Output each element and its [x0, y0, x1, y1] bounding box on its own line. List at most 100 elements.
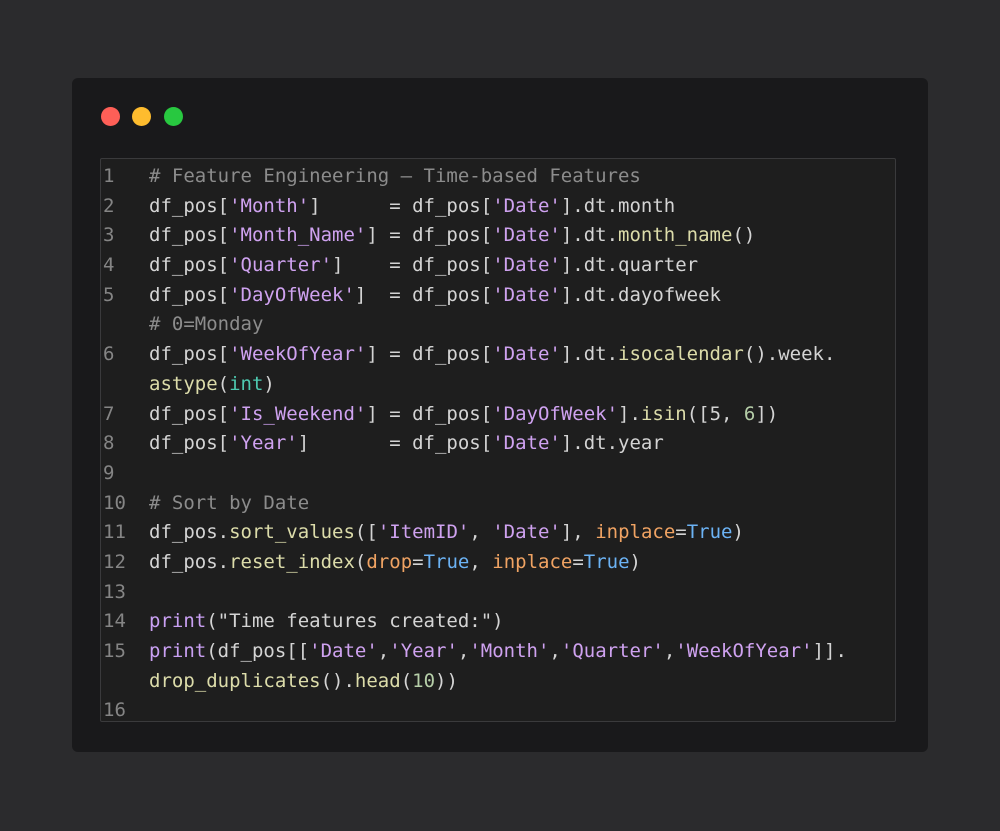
code-window: 1 # Feature Engineering — Time-based Feat… — [72, 78, 928, 752]
line-number: 7 — [103, 402, 115, 425]
token-default: ("Time features created:") — [206, 610, 504, 633]
line-code: df_pos['Month'] = df_pos['Date'].dt.mont… — [149, 192, 675, 222]
code-line[interactable]: 12 df_pos.reset_index(drop=True, inplace=… — [101, 548, 895, 578]
token-method: head — [354, 669, 401, 692]
line-code: drop_duplicates().head(10)) — [149, 667, 458, 697]
line-number: 13 — [103, 580, 126, 603]
token-default: df_pos[ — [149, 432, 230, 455]
line-code: df_pos['DayOfWeek'] = df_pos['Date'].dt.… — [149, 281, 721, 311]
code-line[interactable]: 8 df_pos['Year'] = df_pos['Date'].dt.year — [101, 429, 895, 459]
token-default: ]. — [618, 402, 641, 425]
code-line[interactable]: 15 print(df_pos[['Date','Year','Month','Q… — [101, 637, 895, 667]
code-line[interactable]: 3 df_pos['Month_Name'] = df_pos['Date'].d… — [101, 221, 895, 251]
token-default: ] = df_pos[ — [309, 194, 493, 217]
token-string: 'Date' — [309, 640, 378, 662]
token-string: 'Date' — [492, 283, 561, 306]
token-builtin: print — [149, 640, 207, 662]
token-string: 'Year' — [389, 640, 458, 662]
code-line[interactable]: 13 — [101, 578, 895, 608]
token-comment: # 0=Monday — [149, 313, 264, 336]
token-default: = — [675, 521, 687, 544]
token-number: 10 — [412, 669, 436, 692]
line-number: 1 — [103, 165, 115, 187]
maximize-button[interactable] — [164, 107, 183, 126]
token-string: 'Month_Name' — [229, 224, 367, 247]
token-default: , — [469, 521, 493, 544]
token-default: ].dt.dayofweek — [560, 283, 721, 306]
token-default: ].dt.year — [560, 432, 664, 455]
line-number: 12 — [103, 550, 126, 573]
token-default: () — [732, 224, 756, 247]
token-string: 'Is_Weekend' — [229, 402, 367, 425]
token-default: (). — [320, 669, 355, 692]
token-string: 'Month' — [229, 194, 310, 217]
token-comment: # Feature Engineering — Time-based Featu… — [149, 165, 641, 187]
token-string: 'Year' — [229, 432, 298, 455]
token-default: = — [572, 550, 584, 573]
line-code: df_pos.sort_values(['ItemID', 'Date'], i… — [149, 518, 744, 548]
token-default: df_pos[ — [149, 283, 230, 306]
token-default: ] = df_pos[ — [366, 224, 493, 247]
line-code: df_pos['Year'] = df_pos['Date'].dt.year — [149, 429, 664, 459]
line-code: print("Time features created:") — [149, 607, 504, 637]
token-keyword: True — [686, 521, 733, 544]
code-line[interactable]: drop_duplicates().head(10)) — [101, 667, 895, 697]
token-default: ( — [217, 372, 230, 395]
line-number: 4 — [103, 254, 115, 277]
line-code: df_pos['Is_Weekend'] = df_pos['DayOfWeek… — [149, 400, 778, 430]
token-method: reset_index — [229, 550, 355, 573]
code-line[interactable]: 6 df_pos['WeekOfYear'] = df_pos['Date'].d… — [101, 340, 895, 370]
code-line[interactable]: 10 # Sort by Date — [101, 489, 895, 519]
token-default: (df_pos[[ — [206, 640, 310, 662]
code-line[interactable]: 14 print("Time features created:") — [101, 607, 895, 637]
code-line[interactable]: 1 # Feature Engineering — Time-based Feat… — [101, 162, 895, 192]
token-default: ] = df_pos[ — [354, 283, 493, 306]
line-number — [101, 667, 149, 697]
token-default: ] = df_pos[ — [297, 432, 493, 455]
line-number: 5 — [103, 283, 115, 306]
token-default: = — [412, 550, 424, 573]
token-default: , — [469, 550, 493, 573]
token-default: ] = df_pos[ — [366, 402, 493, 425]
code-line[interactable]: 11 df_pos.sort_values(['ItemID', 'Date'],… — [101, 518, 895, 548]
token-string: 'ItemID' — [377, 521, 470, 544]
code-line[interactable]: 2 df_pos['Month'] = df_pos['Date'].dt.mon… — [101, 192, 895, 222]
token-default: ].dt. — [560, 343, 619, 366]
token-string: 'Quarter' — [229, 254, 333, 277]
code-editor[interactable]: 1 # Feature Engineering — Time-based Feat… — [100, 158, 896, 722]
close-button[interactable] — [101, 107, 120, 126]
line-code: # Feature Engineering — Time-based Featu… — [149, 162, 641, 192]
token-method: isin — [640, 402, 687, 425]
code-line[interactable]: 9 — [101, 459, 895, 489]
token-string: 'WeekOfYear' — [229, 343, 367, 366]
token-number: 6 — [743, 402, 756, 425]
token-param: drop — [366, 550, 413, 573]
token-default: ) — [629, 550, 641, 573]
token-default: , — [663, 640, 676, 662]
token-default: ]) — [755, 402, 779, 425]
code-line[interactable]: 4 df_pos['Quarter'] = df_pos['Date'].dt.q… — [101, 251, 895, 281]
line-code: df_pos['Month_Name'] = df_pos['Date'].dt… — [149, 221, 755, 251]
token-type: int — [229, 372, 264, 395]
token-method: astype — [149, 372, 218, 395]
token-method: isocalendar — [618, 343, 744, 366]
line-number: 9 — [103, 461, 115, 484]
token-default: ().week. — [743, 343, 836, 366]
minimize-button[interactable] — [132, 107, 151, 126]
code-line[interactable]: 16 — [101, 696, 895, 726]
token-default: df_pos[ — [149, 194, 230, 217]
token-method: drop_duplicates — [149, 669, 321, 692]
token-param: inplace — [595, 521, 676, 544]
code-line[interactable]: 7 df_pos['Is_Weekend'] = df_pos['DayOfWee… — [101, 400, 895, 430]
code-line[interactable]: # 0=Monday — [101, 310, 895, 340]
token-default: ] = df_pos[ — [332, 254, 493, 277]
token-default: ) — [263, 372, 275, 395]
token-string: 'Date' — [492, 194, 561, 217]
code-line[interactable]: astype(int) — [101, 370, 895, 400]
token-string: 'WeekOfYear' — [675, 640, 813, 662]
token-string: 'Date' — [492, 343, 561, 366]
line-code: # Sort by Date — [149, 489, 309, 519]
token-keyword: True — [583, 550, 630, 573]
code-line[interactable]: 5 df_pos['DayOfWeek'] = df_pos['Date'].dt… — [101, 281, 895, 311]
line-number: 14 — [103, 610, 126, 633]
